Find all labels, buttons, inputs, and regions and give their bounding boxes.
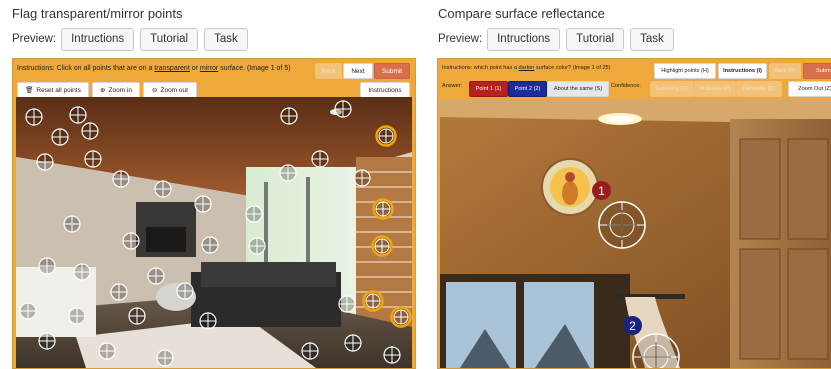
point-marker[interactable]	[19, 302, 37, 325]
zoom-out-button[interactable]: Zoom Out (Z)	[788, 81, 831, 97]
point-marker[interactable]	[248, 237, 266, 260]
definitely-button[interactable]: Definitely (D)	[736, 81, 782, 97]
point-marker[interactable]	[98, 342, 116, 365]
point-marker[interactable]	[68, 307, 86, 330]
submit-button[interactable]: Submi	[803, 63, 831, 79]
mirror-link: mirror	[199, 65, 219, 72]
preview-row: Preview: Intructions Tutorial Task	[12, 27, 254, 51]
back-button[interactable]: Back (B)	[769, 63, 801, 79]
back-button[interactable]: Back	[315, 63, 342, 79]
transparent-link: transparent	[154, 65, 190, 72]
point-marker[interactable]	[383, 346, 401, 368]
point-marker[interactable]	[344, 334, 362, 357]
kitchen-photo[interactable]: 1 2	[440, 99, 831, 368]
about-the-same-button[interactable]: About the same (S)	[547, 81, 609, 97]
point-marker[interactable]	[51, 128, 69, 151]
submit-button[interactable]: Submit	[374, 63, 410, 79]
point-marker[interactable]	[245, 205, 263, 228]
point-marker[interactable]	[176, 282, 194, 305]
point-marker[interactable]	[280, 107, 298, 130]
answer-label: Answer:	[442, 83, 463, 89]
point-marker[interactable]	[81, 122, 99, 145]
selected-point-marker[interactable]	[390, 306, 412, 333]
tab-instructions[interactable]: Intructions	[61, 27, 135, 51]
instruction-text: Instructions: which point has a darker s…	[442, 65, 611, 71]
point-marker[interactable]	[147, 267, 165, 290]
instructions-button[interactable]: Instructions (I)	[718, 63, 767, 79]
point-marker[interactable]	[84, 150, 102, 173]
next-button[interactable]: Next	[343, 63, 373, 79]
tab-task[interactable]: Task	[630, 27, 674, 51]
preview-label: Preview:	[12, 33, 57, 45]
tab-tutorial[interactable]: Tutorial	[140, 27, 199, 51]
zoom-out-icon: ⊖	[152, 87, 158, 94]
confidence-label: Confidence:	[611, 83, 641, 89]
reset-all-points-button[interactable]: 🗑 Reset all points	[17, 82, 89, 98]
zoom-in-icon: ⊕	[100, 87, 106, 94]
point-marker[interactable]	[110, 283, 128, 306]
point-marker[interactable]	[301, 342, 319, 365]
darker-link: darker	[518, 65, 535, 71]
point-marker[interactable]	[156, 349, 174, 368]
point2-button[interactable]: Point 2 (2)	[508, 81, 547, 97]
tab-instructions[interactable]: Intructions	[487, 27, 561, 51]
instructions-button[interactable]: Instructions	[360, 82, 410, 98]
instruction-text: Instructions: Click on all points that a…	[17, 65, 291, 72]
point-2-crosshair[interactable]	[631, 332, 681, 368]
point-marker[interactable]	[154, 180, 172, 203]
selected-point-marker[interactable]	[372, 198, 394, 225]
point-marker[interactable]	[112, 170, 130, 193]
selected-point-marker[interactable]	[371, 235, 393, 262]
point-marker[interactable]	[128, 307, 146, 330]
point-marker[interactable]	[311, 150, 329, 173]
panel-title: Compare surface reflectance	[438, 6, 605, 21]
room-photo[interactable]	[16, 97, 412, 368]
marker-1-label: 1	[592, 181, 611, 200]
point-marker[interactable]	[338, 295, 356, 318]
zoom-out-button[interactable]: ⊖ Zoom out	[143, 82, 197, 98]
point-marker[interactable]	[199, 312, 217, 335]
point-marker[interactable]	[38, 332, 56, 355]
preview-row: Preview: Intructions Tutorial Task	[438, 27, 680, 51]
task-frame: Instructions: which point has a darker s…	[437, 58, 831, 369]
point-marker[interactable]	[334, 100, 352, 123]
tab-task[interactable]: Task	[204, 27, 248, 51]
point-marker[interactable]	[201, 236, 219, 259]
point-marker[interactable]	[194, 195, 212, 218]
zoom-in-button[interactable]: ⊕ Zoom in	[92, 82, 140, 98]
point-marker[interactable]	[353, 169, 371, 192]
task-frame: Instructions: Click on all points that a…	[12, 58, 416, 369]
point-marker[interactable]	[63, 215, 81, 238]
point1-button[interactable]: Point 1 (1)	[469, 81, 508, 97]
panel-title: Flag transparent/mirror points	[12, 6, 183, 21]
point-marker[interactable]	[25, 108, 43, 131]
point-marker[interactable]	[38, 257, 56, 280]
guessing-button[interactable]: Guessing (G)	[650, 81, 694, 97]
point-marker[interactable]	[279, 164, 297, 187]
highlight-points-button[interactable]: Highlight points (H)	[654, 63, 716, 79]
probably-button[interactable]: Probably (P)	[694, 81, 736, 97]
point-marker[interactable]	[73, 263, 91, 286]
trash-icon: 🗑	[25, 87, 34, 94]
selected-point-marker[interactable]	[362, 290, 384, 317]
tab-tutorial[interactable]: Tutorial	[566, 27, 625, 51]
preview-label: Preview:	[438, 33, 483, 45]
selected-point-marker[interactable]	[375, 125, 397, 152]
point-1-crosshair[interactable]	[597, 200, 647, 255]
point-marker[interactable]	[36, 153, 54, 176]
point-marker[interactable]	[122, 232, 140, 255]
